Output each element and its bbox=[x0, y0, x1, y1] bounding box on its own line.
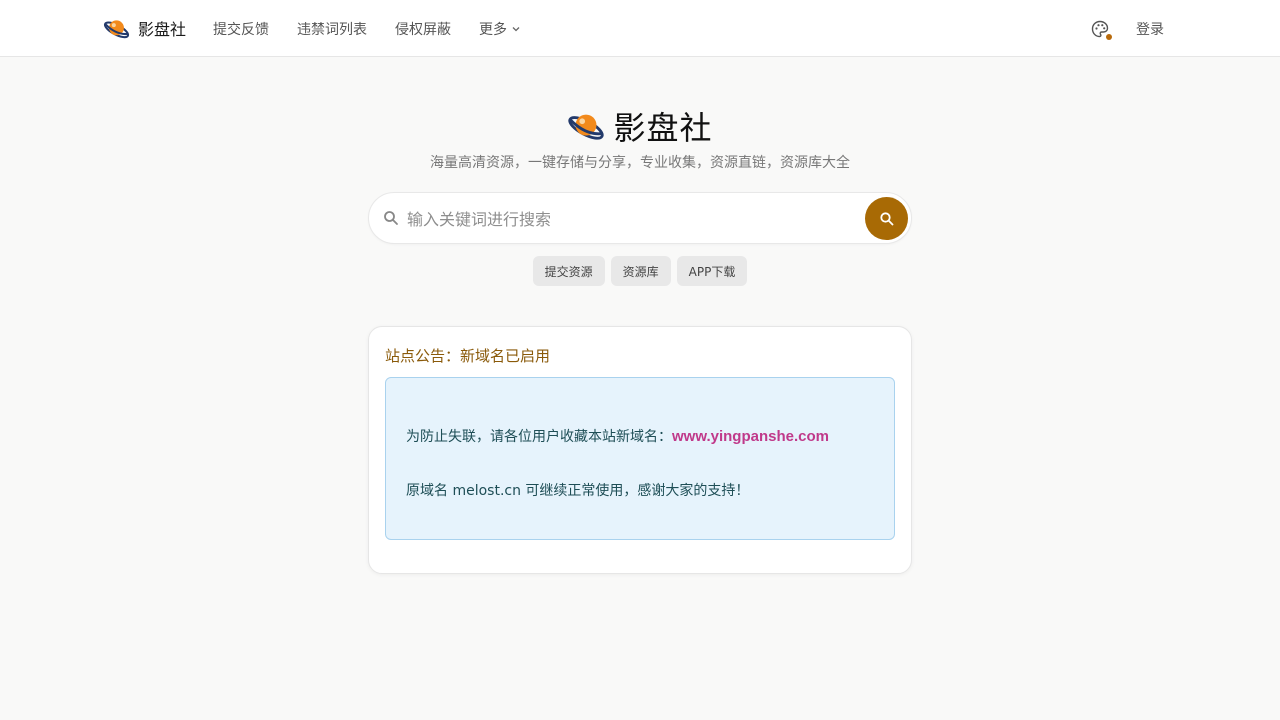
theme-switch-button[interactable] bbox=[1090, 17, 1112, 41]
search-icon bbox=[384, 211, 398, 225]
announcement-line-1-text: 为防止失联，请各位用户收藏本站新域名： bbox=[406, 429, 672, 445]
nav-item-more-label: 更多 bbox=[479, 21, 507, 38]
brand-name: 影盘社 bbox=[138, 20, 187, 39]
submit-resource-button[interactable]: 提交资源 bbox=[532, 256, 605, 286]
announcement-title: 站点公告：新域名已启用 bbox=[385, 347, 551, 365]
theme-indicator-dot bbox=[1106, 34, 1112, 40]
login-link[interactable]: 登录 bbox=[1136, 19, 1164, 39]
nav-item-infringement-block[interactable]: 侵权屏蔽 bbox=[395, 19, 451, 39]
planet-logo-icon bbox=[568, 114, 605, 140]
search-icon bbox=[879, 211, 893, 225]
app-download-button[interactable]: APP下载 bbox=[676, 256, 748, 286]
search-button[interactable] bbox=[865, 197, 908, 240]
top-nav-bar: 影盘社 提交反馈 违禁词列表 侵权屏蔽 更多 登录 bbox=[0, 0, 1280, 57]
resource-library-button[interactable]: 资源库 bbox=[610, 256, 671, 286]
site-title: 影盘社 bbox=[613, 109, 713, 147]
hero-title: 影盘社 bbox=[0, 103, 1280, 149]
nav-item-more[interactable]: 更多 bbox=[479, 19, 521, 39]
new-domain-text: www.yingpanshe.com bbox=[672, 428, 829, 445]
announcement-line-2: 原域名 melost.cn 可继续正常使用，感谢大家的支持！ bbox=[406, 483, 750, 499]
chevron-down-icon bbox=[512, 26, 520, 31]
main-nav: 提交反馈 违禁词列表 侵权屏蔽 更多 bbox=[213, 0, 549, 57]
announcement-line-1: 为防止失联，请各位用户收藏本站新域名：www.yingpanshe.com bbox=[406, 426, 829, 446]
site-subtitle: 海量高清资源，一键存储与分享，专业收集，资源直链，资源库大全 bbox=[430, 155, 850, 171]
announcement-card: 站点公告：新域名已启用 为防止失联，请各位用户收藏本站新域名：www.yingp… bbox=[368, 326, 912, 574]
brand-link[interactable]: 影盘社 bbox=[103, 14, 186, 42]
nav-item-feedback[interactable]: 提交反馈 bbox=[213, 19, 269, 39]
quick-links: 提交资源 资源库 APP下载 bbox=[0, 256, 1280, 286]
announcement-notice: 为防止失联，请各位用户收藏本站新域名：www.yingpanshe.com 原域… bbox=[385, 377, 895, 540]
search-bar bbox=[368, 192, 912, 244]
search-input[interactable] bbox=[407, 205, 857, 233]
nav-item-banned-words[interactable]: 违禁词列表 bbox=[297, 19, 367, 39]
planet-logo-icon bbox=[103, 19, 130, 38]
